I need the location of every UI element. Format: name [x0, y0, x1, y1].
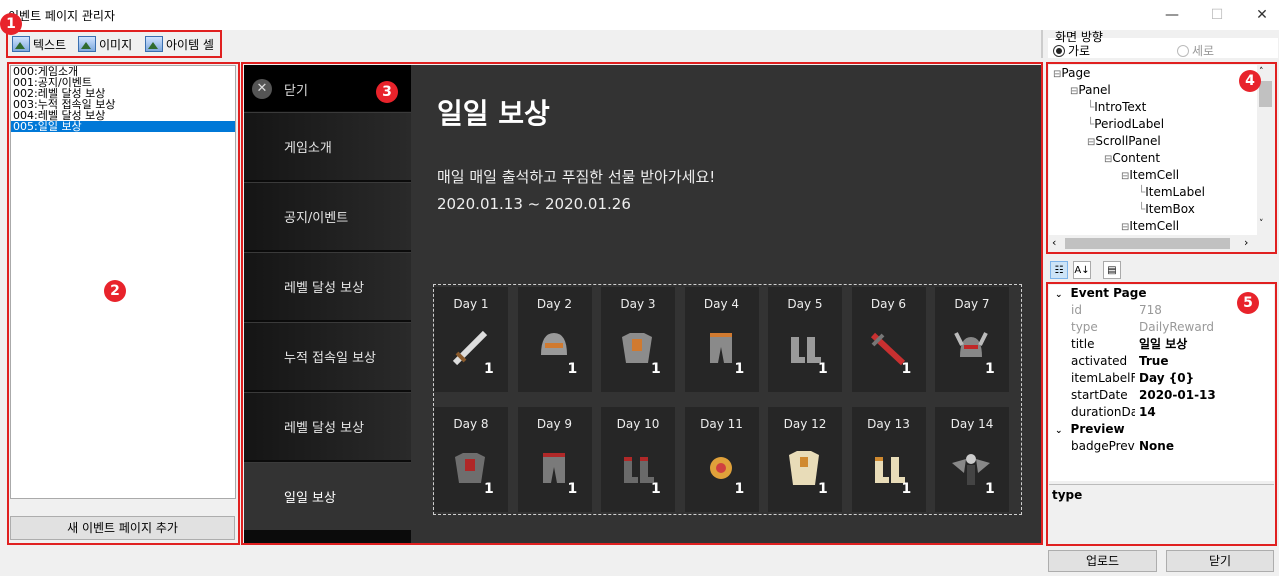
landscape-label: 가로 [1068, 44, 1091, 58]
property-highlight [1046, 282, 1277, 546]
alphabetical-sort-icon[interactable]: A↓ [1073, 261, 1091, 279]
picture-icon [12, 36, 30, 52]
add-text-button[interactable]: 텍스트 [12, 33, 66, 55]
list-item[interactable]: 004:레벨 달성 보상 [11, 110, 235, 121]
add-image-button[interactable]: 이미지 [78, 33, 132, 55]
marker-badge-2: 2 [104, 280, 126, 302]
toolbar-divider [1041, 30, 1043, 58]
preview-highlight [241, 62, 1043, 545]
marker-badge-3: 3 [376, 81, 398, 103]
window-title: 이벤트 페이지 관리자 [8, 9, 115, 23]
radio-selected-icon [1053, 44, 1065, 57]
categorized-view-icon[interactable]: ☷ [1050, 261, 1068, 279]
marker-badge-4: 4 [1239, 70, 1261, 92]
list-item[interactable]: 002:레벨 달성 보상 [11, 88, 235, 99]
page-list[interactable]: 000:게임소개 001:공지/이벤트 002:레벨 달성 보상 003:누적 접속일… [10, 65, 236, 499]
add-image-label: 이미지 [99, 37, 133, 52]
radio-empty-icon [1177, 44, 1189, 57]
maximize-button[interactable]: ☐ [1205, 4, 1229, 26]
picture-icon [78, 36, 96, 52]
title-bar: 이벤트 페이지 관리자 — ☐ ✕ [0, 0, 1279, 30]
marker-badge-1: 1 [0, 13, 22, 35]
add-page-button[interactable]: 새 이벤트 페이지 추가 [10, 516, 235, 540]
list-item[interactable]: 000:게임소개 [11, 66, 235, 77]
list-item[interactable]: 001:공지/이벤트 [11, 77, 235, 88]
add-item-cell-label: 아이템 셀 [166, 37, 214, 52]
list-item[interactable]: 003:누적 접속일 보상 [11, 99, 235, 110]
close-button[interactable]: 닫기 [1166, 550, 1274, 572]
marker-badge-5: 5 [1237, 292, 1259, 314]
add-text-label: 텍스트 [33, 37, 67, 52]
portrait-label: 세로 [1192, 44, 1215, 58]
landscape-radio[interactable]: 가로 [1053, 42, 1090, 59]
picture-icon [145, 36, 163, 52]
close-window-button[interactable]: ✕ [1250, 4, 1274, 26]
portrait-radio[interactable]: 세로 [1177, 42, 1214, 59]
list-item[interactable]: 005:일일 보상 [11, 121, 235, 132]
tree-highlight [1046, 62, 1277, 254]
property-pages-icon[interactable]: ▤ [1103, 261, 1121, 279]
upload-button[interactable]: 업로드 [1048, 550, 1157, 572]
add-item-cell-button[interactable]: 아이템 셀 [145, 33, 214, 55]
minimize-button[interactable]: — [1160, 4, 1184, 26]
